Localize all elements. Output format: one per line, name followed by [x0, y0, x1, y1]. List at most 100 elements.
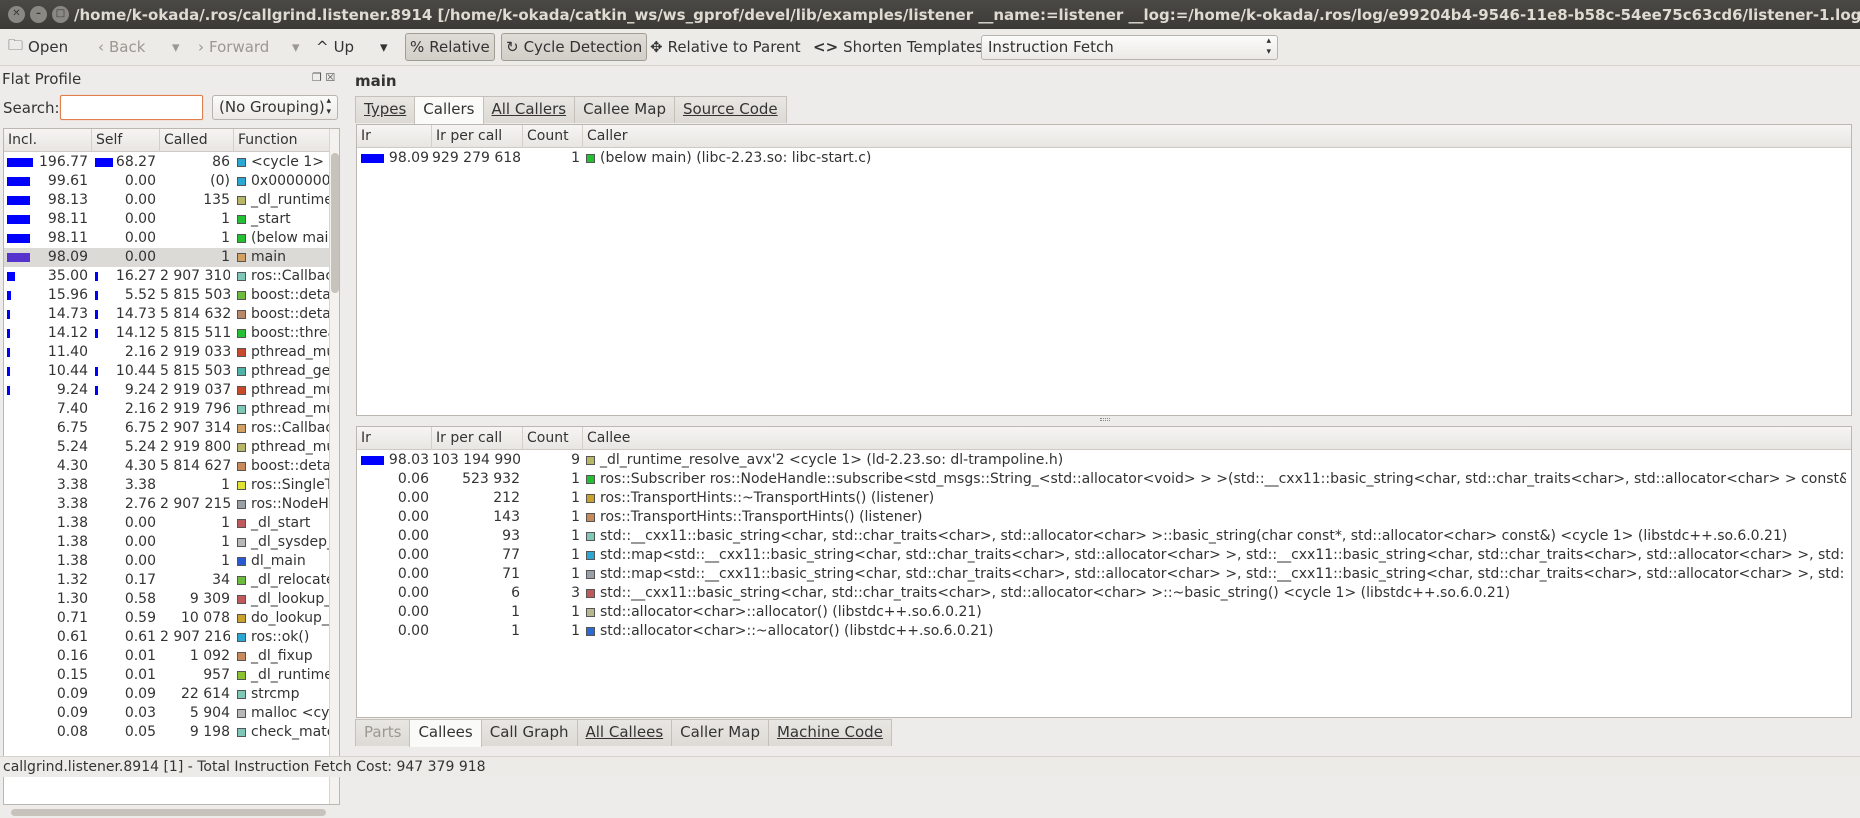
- col-ir[interactable]: Ir: [357, 125, 432, 148]
- table-row[interactable]: 5.245.242 919 800pthread_mutex: [4, 438, 331, 457]
- tab-call-graph[interactable]: Call Graph: [480, 719, 578, 746]
- function-name: check_match: [251, 724, 331, 740]
- table-row[interactable]: 98.11 0.00 1 (below main): [4, 229, 331, 248]
- table-row[interactable]: 1.32 0.17 34 _dl_relocate_object: [4, 571, 331, 590]
- function-cell: pthread_mutex: [237, 438, 331, 457]
- maximize-window-icon[interactable]: □: [52, 6, 69, 23]
- table-row[interactable]: 0.61 0.61 2 907 216 ros::ok(): [4, 628, 331, 647]
- table-row[interactable]: 98.09 0.00 1 main: [4, 248, 331, 267]
- tab-source-code[interactable]: Source Code: [673, 96, 787, 123]
- callers-pane[interactable]: Ir Ir per call Count Caller 98.09 929 279…: [356, 124, 1852, 416]
- table-row[interactable]: 4.30 4.30 5 814 627 boost::detail: [4, 457, 331, 476]
- table-row[interactable]: 9.249.242 919 037pthread_mutex: [4, 381, 331, 400]
- tab-label: Callers: [423, 100, 475, 118]
- table-row[interactable]: 0.09 0.09 22 614 strcmp: [4, 685, 331, 704]
- search-input[interactable]: [60, 95, 203, 120]
- list-item[interactable]: 0.00 1 1 std::allocator<char>::allocator() …: [357, 603, 1851, 622]
- minimize-window-icon[interactable]: –: [30, 6, 47, 23]
- table-row[interactable]: 0.16 0.01 1 092 _dl_fixup: [4, 647, 331, 666]
- table-row[interactable]: 14.73 14.73 5 814 632 boost::detail: [4, 305, 331, 324]
- table-row[interactable]: 15.96 5.52 5 815 503 boost::detail: [4, 286, 331, 305]
- splitter-grip-icon[interactable]: [1100, 418, 1110, 421]
- shorten-templates-toggle[interactable]: <> Shorten Templates: [809, 33, 987, 61]
- col-incl[interactable]: Incl.: [4, 129, 92, 152]
- table-row[interactable]: 6.756.752 907 314ros::CallbackQueue: [4, 419, 331, 438]
- table-row[interactable]: 3.38 2.762 907 215 ros::NodeHandle: [4, 495, 331, 514]
- flat-profile-scrollbar[interactable]: [329, 129, 339, 804]
- col-ir-per-call[interactable]: Ir per call: [432, 125, 523, 148]
- list-item[interactable]: 0.00 93 1 std::__cxx11::basic_string<char, …: [357, 527, 1851, 546]
- forward-history-dropdown[interactable]: ▾: [288, 33, 304, 61]
- list-item[interactable]: 0.06 523 932 1 ros::Subscriber ros::NodeHan…: [357, 470, 1851, 489]
- table-row[interactable]: 99.61 0.00 (0) 0x0000000000: [4, 172, 331, 191]
- event-type-select[interactable]: Instruction Fetch ▴ ▾: [981, 35, 1278, 60]
- col-caller[interactable]: Caller: [583, 125, 1851, 148]
- relative-toggle[interactable]: % Relative: [405, 33, 495, 61]
- col-ir-per-call[interactable]: Ir per call: [432, 427, 523, 450]
- back-button[interactable]: ‹ Back: [94, 33, 149, 61]
- tab-all-callees[interactable]: All Callees: [576, 719, 673, 746]
- count-value: 3: [571, 585, 580, 601]
- list-item[interactable]: 0.00 143 1 ros::TransportHints::TransportHi…: [357, 508, 1851, 527]
- close-window-icon[interactable]: ✕: [8, 6, 25, 23]
- table-row[interactable]: 14.1214.125 815 511boost::thread: [4, 324, 331, 343]
- float-dock-icon[interactable]: ❐: [312, 71, 322, 84]
- table-row[interactable]: 98.11 0.00 1 _start: [4, 210, 331, 229]
- tab-types[interactable]: Types: [355, 96, 416, 123]
- list-item[interactable]: 0.00 71 1 std::map<std::__cxx11::basic_stri…: [357, 565, 1851, 584]
- count-value: 1: [571, 490, 580, 506]
- tab-callees[interactable]: Callees: [409, 719, 482, 747]
- tab-machine-code[interactable]: Machine Code: [767, 719, 892, 746]
- table-row[interactable]: 0.15 0.01 957 _dl_runtime_resolve: [4, 666, 331, 685]
- function-color-swatch: [237, 709, 246, 718]
- list-item[interactable]: 0.00 6 3 std::__cxx11::basic_string<char, s…: [357, 584, 1851, 603]
- open-button[interactable]: 🗀 Open: [4, 33, 72, 61]
- tab-all-callers[interactable]: All Callers: [482, 96, 576, 123]
- list-item[interactable]: 0.00 77 1 std::map<std::__cxx11::basic_stri…: [357, 546, 1851, 565]
- up-history-dropdown[interactable]: ▾: [376, 33, 392, 61]
- flat-profile-table[interactable]: Incl. Self Called Function 196.77 68.27 86…: [3, 128, 340, 805]
- col-ir[interactable]: Ir: [357, 427, 432, 450]
- back-history-dropdown[interactable]: ▾: [168, 33, 184, 61]
- table-row[interactable]: 98.13 0.00 135 _dl_runtime_resolve: [4, 191, 331, 210]
- grouping-select[interactable]: (No Grouping) ▴ ▾: [212, 95, 338, 120]
- forward-button[interactable]: › Forward: [194, 33, 273, 61]
- up-button[interactable]: ^ Up: [312, 33, 358, 61]
- col-count[interactable]: Count: [523, 125, 583, 148]
- col-self[interactable]: Self: [92, 129, 160, 152]
- tab-caller-map[interactable]: Caller Map: [671, 719, 769, 746]
- table-row[interactable]: 7.40 2.162 919 796 pthread_mutex: [4, 400, 331, 419]
- col-callee[interactable]: Callee: [583, 427, 1851, 450]
- col-count[interactable]: Count: [523, 427, 583, 450]
- table-row[interactable]: 0.09 0.03 5 904 malloc <cycle 1>: [4, 704, 331, 723]
- list-item[interactable]: 0.00 1 1 std::allocator<char>::~allocator()…: [357, 622, 1851, 641]
- table-row[interactable]: 1.38 0.00 1 _dl_start: [4, 514, 331, 533]
- relative-to-parent-toggle[interactable]: ✥ Relative to Parent: [646, 33, 805, 61]
- tab-callee-map[interactable]: Callee Map: [574, 96, 675, 123]
- callees-pane[interactable]: Ir Ir per call Count Callee 98.03 103 194…: [356, 426, 1852, 718]
- pane-splitter[interactable]: [355, 416, 1852, 424]
- scrollbar-thumb[interactable]: [331, 153, 339, 293]
- table-row[interactable]: 1.30 0.58 9 309 _dl_lookup_symbol_x: [4, 590, 331, 609]
- close-dock-icon[interactable]: ☒: [325, 71, 335, 84]
- cycle-detection-toggle[interactable]: ↻ Cycle Detection: [501, 33, 648, 61]
- list-item[interactable]: 98.09 929 279 618 1 (below main) (libc-2.23…: [357, 149, 1851, 168]
- table-row[interactable]: 0.08 0.05 9 198 check_match: [4, 723, 331, 742]
- tab-callers[interactable]: Callers: [414, 96, 484, 124]
- list-item[interactable]: 0.00 212 1 ros::TransportHints::~TransportH…: [357, 489, 1851, 508]
- table-row[interactable]: 10.4410.445 815 503pthread_getspecific: [4, 362, 331, 381]
- table-row[interactable]: 0.71 0.59 10 078 do_lookup_x: [4, 609, 331, 628]
- count-value: 1: [571, 566, 580, 582]
- tab-parts[interactable]: Parts: [355, 719, 411, 746]
- list-item[interactable]: 98.03 103 194 990 9 _dl_runtime_resolve_avx…: [357, 451, 1851, 470]
- table-row[interactable]: 35.00 16.272 907 310 ros::CallbackQueue: [4, 267, 331, 286]
- col-called[interactable]: Called: [160, 129, 234, 152]
- flat-profile-hscrollbar[interactable]: [3, 807, 340, 818]
- hscrollbar-thumb[interactable]: [11, 809, 326, 816]
- table-row[interactable]: 3.38 3.38 1 ros::SingleThreaded: [4, 476, 331, 495]
- table-row[interactable]: 1.38 0.00 1 _dl_sysdep_start: [4, 533, 331, 552]
- table-row[interactable]: 196.77 68.27 86 <cycle 1>: [4, 153, 331, 172]
- table-row[interactable]: 11.40 2.162 919 033 pthread_mutex: [4, 343, 331, 362]
- col-function[interactable]: Function: [234, 129, 331, 152]
- table-row[interactable]: 1.38 0.00 1 dl_main: [4, 552, 331, 571]
